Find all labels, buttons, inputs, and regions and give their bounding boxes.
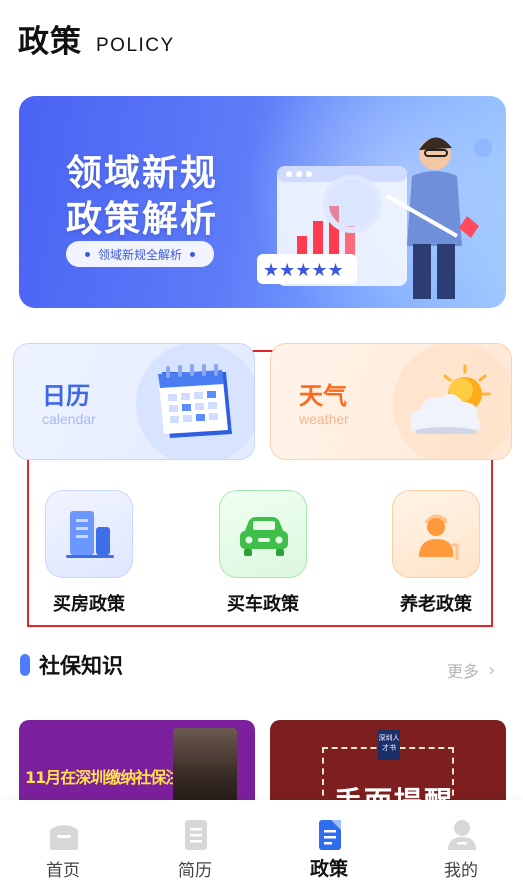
section-accent-bar [20,654,30,676]
section-title: 社保知识 [39,654,123,678]
news-card-badge: 深圳人才书 [378,730,400,760]
car-icon [240,517,288,556]
news-card[interactable]: 深圳人才书 手而提醒 [270,720,506,812]
pension-policy-label[interactable]: 养老政策 [366,590,506,616]
page-subtitle: POLICY [96,35,175,56]
calendar-card-subtitle: calendar [42,411,96,427]
tab-home[interactable]: 首页 [13,800,113,889]
weather-card[interactable]: 天气 weather [270,343,512,460]
more-link-label: 更多 [447,662,480,681]
tab-mine[interactable]: 我的 [411,800,511,889]
tab-label: 简历 [178,861,212,881]
banner-title-line2: 政策解析 [66,199,219,240]
policy-icon [319,820,341,850]
elderly-icon [419,514,459,561]
banner-pill: 领域新规全解析 [66,241,214,267]
tab-label: 首页 [46,861,80,881]
more-link[interactable]: 更多 › [447,658,495,682]
tab-policy[interactable]: 政策 [279,800,379,889]
weather-card-subtitle: weather [299,411,349,427]
buy-house-policy-label[interactable]: 买房政策 [19,590,159,616]
banner-title-line1: 领域新规 [66,153,219,194]
buy-car-policy-button[interactable] [219,490,307,578]
calendar-card[interactable]: 日历 calendar [13,343,255,460]
calendar-card-title: 日历 [42,382,90,410]
person-icon [448,820,476,850]
building-icon [66,511,114,558]
weather-card-title: 天气 [299,382,347,410]
buy-house-policy-button[interactable] [45,490,133,578]
page-header: 政策 POLICY [18,22,175,62]
buy-car-policy-label[interactable]: 买车政策 [193,590,333,616]
bottom-tab-bar: 首页 简历 政策 我的 [0,800,523,889]
news-card[interactable]: 11月在深圳缴纳社保注意了！ [19,720,255,812]
document-icon [185,820,207,850]
pension-policy-button[interactable] [392,490,480,578]
tab-resume[interactable]: 简历 [145,800,245,889]
weather-icon [410,364,491,434]
policy-banner[interactable]: 领域新规 政策解析 领域新规全解析 ★★★★★ [19,96,506,308]
svg-text:★★★★★: ★★★★★ [263,260,344,281]
home-icon [50,825,78,850]
calendar-icon [158,364,232,438]
tab-label: 我的 [444,861,478,881]
tab-label: 政策 [309,858,348,880]
page-title: 政策 [18,24,82,60]
chevron-right-icon: › [488,659,496,681]
policy-page: 政策 POLICY 领域新规 政策解析 领域新规全解析 ★★★★★ 日历 cal… [0,0,523,889]
banner-illustration: ★★★★★ [257,137,492,299]
